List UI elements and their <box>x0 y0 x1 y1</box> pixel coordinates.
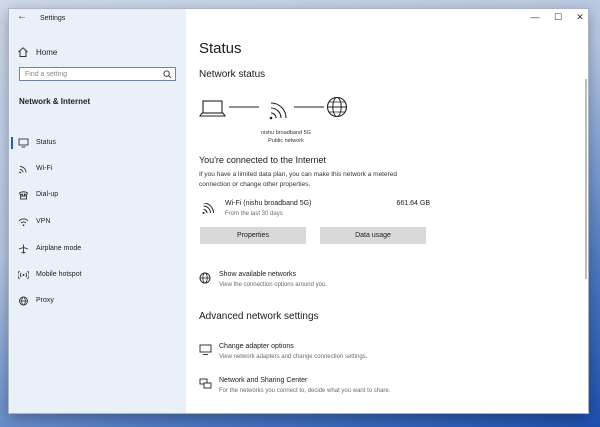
connected-heading: You're connected to the Internet <box>199 155 326 165</box>
back-button[interactable]: ← <box>17 11 27 22</box>
sidebar-item-status[interactable]: Status <box>9 134 186 152</box>
sidebar-item-label: VPN <box>36 218 51 225</box>
wifi-signal-icon <box>269 102 287 120</box>
wifi-icon <box>202 203 214 214</box>
sidebar-item-airplane-mode[interactable]: Airplane mode <box>9 240 186 258</box>
settings-window: ← Settings Home Find a setting Network &… <box>9 9 588 413</box>
sidebar-item-label: Airplane mode <box>36 245 82 252</box>
laptop-icon <box>199 100 227 117</box>
sidebar-item-mobile-hotspot[interactable]: Mobile hotspot <box>9 266 186 284</box>
sidebar-item-wifi[interactable]: Wi-Fi <box>9 160 186 178</box>
airplane-icon <box>18 244 29 254</box>
main-content: — ☐ ✕ Status Network status nishu broadb… <box>186 9 588 413</box>
properties-button[interactable]: Properties <box>200 227 306 244</box>
scrollbar[interactable] <box>585 79 587 279</box>
link-subtitle: For the networks you connect to, decide … <box>219 388 391 394</box>
category-heading: Network & Internet <box>19 97 91 106</box>
globe-icon <box>19 296 28 306</box>
sidebar-item-label: Wi-Fi <box>36 165 53 172</box>
wifi-usage-amount: 661.64 GB <box>396 200 430 207</box>
network-sharing-center-link[interactable]: Network and Sharing Center For the netwo… <box>199 377 519 399</box>
home-icon <box>18 47 28 57</box>
network-type: Public network <box>268 138 304 144</box>
minimize-button[interactable]: — <box>526 12 544 22</box>
advanced-settings-heading: Advanced network settings <box>199 311 319 322</box>
search-input[interactable]: Find a setting <box>19 67 176 81</box>
page-title: Status <box>199 40 242 57</box>
show-available-networks-link[interactable]: Show available networks View the connect… <box>199 271 519 293</box>
link-subtitle: View network adapters and change connect… <box>219 354 368 360</box>
home-link[interactable]: Home <box>17 45 57 59</box>
link-subtitle: View the connection options around you. <box>219 282 327 288</box>
dialup-icon <box>18 191 29 200</box>
network-label: nishu broadband 5G Public network <box>236 129 336 145</box>
connected-description: If you have a limited data plan, you can… <box>199 171 397 188</box>
status-icon <box>18 138 29 148</box>
wifi-usage-period: From the last 30 days <box>225 211 283 217</box>
sidebar-item-label: Status <box>36 139 56 146</box>
wifi-connection-name: Wi-Fi (nishu broadband 5G) <box>225 200 312 207</box>
hotspot-icon <box>18 270 29 280</box>
sidebar-item-vpn[interactable]: VPN <box>9 213 186 231</box>
search-icon <box>163 70 172 79</box>
link-title: Network and Sharing Center <box>219 377 308 384</box>
vpn-icon <box>18 218 29 227</box>
sidebar: ← Settings Home Find a setting Network &… <box>9 9 186 413</box>
wifi-connection-row: Wi-Fi (nishu broadband 5G) From the last… <box>199 199 434 223</box>
search-placeholder: Find a setting <box>25 71 68 78</box>
sidebar-item-label: Mobile hotspot <box>36 271 82 278</box>
monitor-icon <box>199 344 212 355</box>
network-status-heading: Network status <box>199 69 266 80</box>
link-title: Show available networks <box>219 271 297 278</box>
link-title: Change adapter options <box>219 343 294 350</box>
globe-icon <box>326 97 348 118</box>
home-label: Home <box>36 47 58 57</box>
network-name: nishu broadband 5G <box>261 130 311 136</box>
change-adapter-options-link[interactable]: Change adapter options View network adap… <box>199 343 519 365</box>
sidebar-item-dialup[interactable]: Dial-up <box>9 186 186 204</box>
data-usage-button[interactable]: Data usage <box>320 227 426 244</box>
network-sharing-icon <box>199 378 212 389</box>
sidebar-item-label: Proxy <box>36 297 54 304</box>
wifi-icon <box>19 166 27 174</box>
globe-icon <box>199 272 211 284</box>
selection-indicator <box>11 137 13 149</box>
app-title: Settings <box>40 15 66 22</box>
close-button[interactable]: ✕ <box>571 12 588 23</box>
sidebar-item-proxy[interactable]: Proxy <box>9 292 186 310</box>
maximize-button[interactable]: ☐ <box>549 12 567 23</box>
sidebar-item-label: Dial-up <box>36 191 59 198</box>
